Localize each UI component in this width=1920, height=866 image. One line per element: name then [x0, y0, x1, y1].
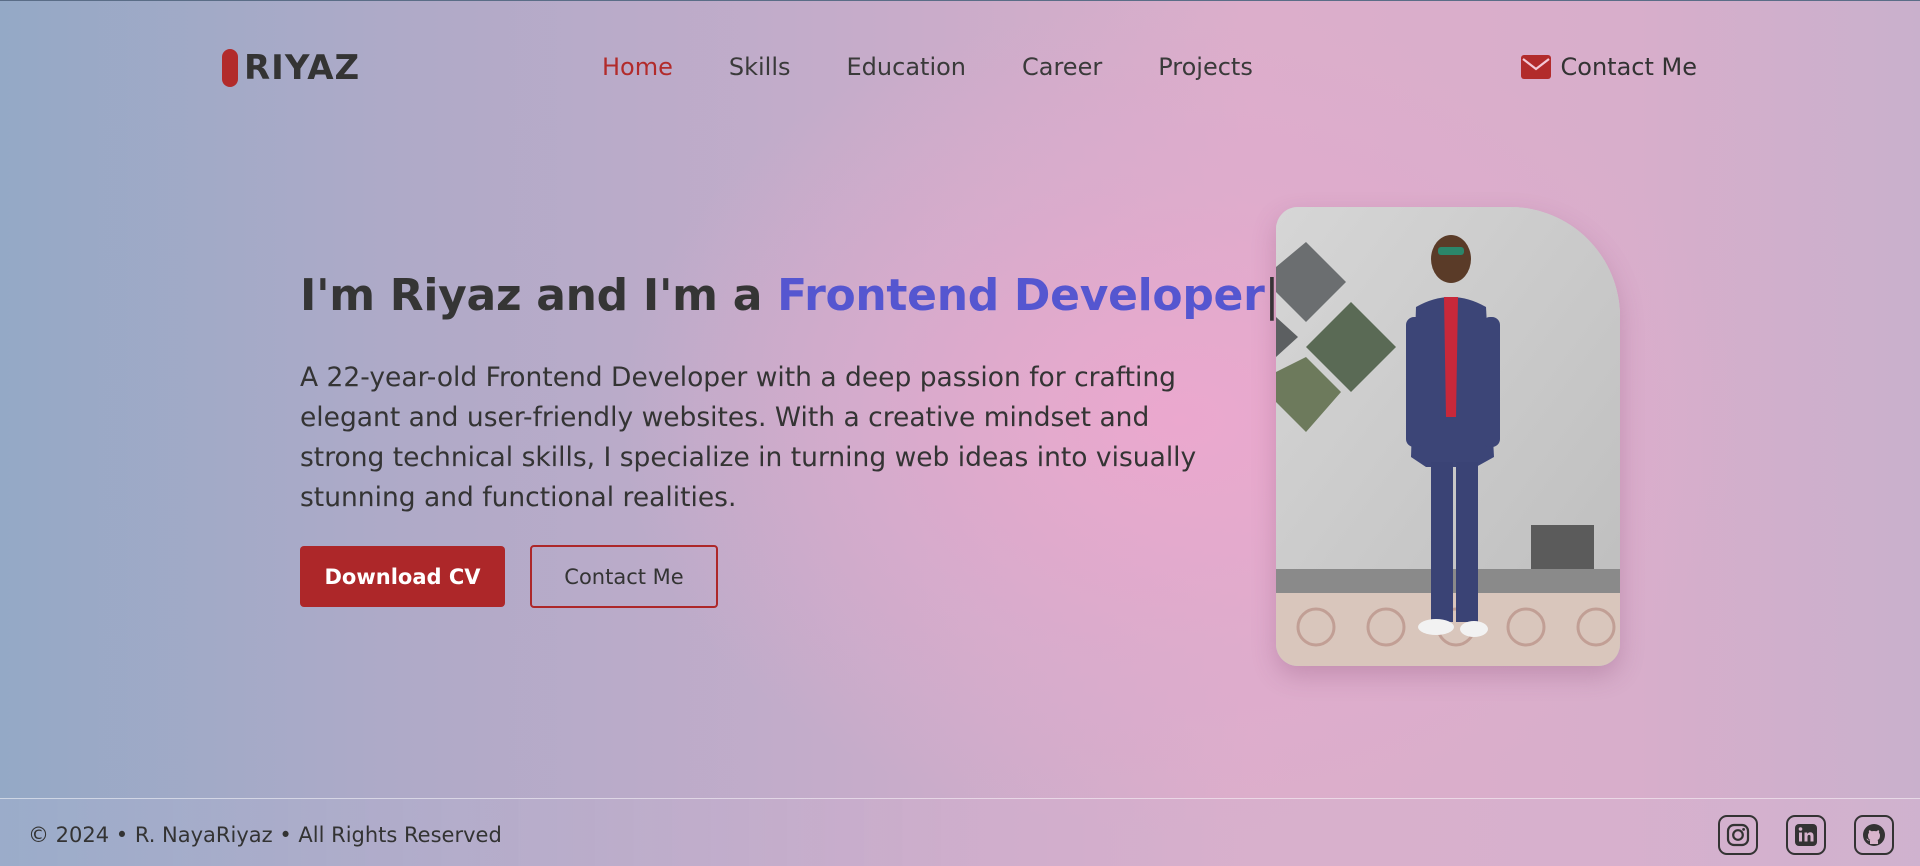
nav-career[interactable]: Career	[1022, 53, 1102, 81]
envelope-icon	[1520, 55, 1551, 79]
nav-projects[interactable]: Projects	[1158, 53, 1253, 81]
hero-description: A 22-year-old Frontend Developer with a …	[300, 362, 1197, 513]
linkedin-icon	[1795, 824, 1817, 846]
brand-logo[interactable]: RIYAZ	[222, 48, 360, 88]
instagram-link[interactable]	[1718, 815, 1758, 855]
brand-name: RIYAZ	[244, 48, 361, 88]
navbar: RIYAZ Home Skills Education Career Proje…	[0, 0, 1920, 135]
instagram-icon	[1726, 823, 1750, 847]
copyright-text: © 2024 • R. NayaRiyaz • All Rights Reser…	[28, 823, 502, 847]
main-menu: Home Skills Education Career Projects	[602, 53, 1309, 81]
nav-education[interactable]: Education	[847, 53, 966, 81]
nav-skills[interactable]: Skills	[729, 53, 791, 81]
linkedin-link[interactable]	[1786, 815, 1826, 855]
hero-title: I'm Riyaz and I'm a Frontend Developer|	[300, 270, 1279, 321]
nav-contact-label: Contact Me	[1560, 53, 1697, 81]
github-link[interactable]	[1854, 815, 1894, 855]
footer: © 2024 • R. NayaRiyaz • All Rights Reser…	[0, 798, 1920, 866]
profile-photo	[1276, 207, 1620, 666]
hero-title-role: Frontend Developer	[777, 270, 1265, 321]
hero-title-prefix: I'm Riyaz and I'm a	[300, 270, 778, 321]
contact-me-button[interactable]: Contact Me	[530, 545, 718, 608]
social-links	[1690, 815, 1894, 855]
logo-mark	[222, 49, 238, 87]
download-cv-button[interactable]: Download CV	[300, 546, 505, 607]
profile-photo-illustration	[1276, 207, 1620, 666]
nav-contact-link[interactable]: Contact Me	[1520, 53, 1697, 81]
nav-home[interactable]: Home	[602, 53, 673, 81]
github-icon	[1863, 824, 1885, 846]
